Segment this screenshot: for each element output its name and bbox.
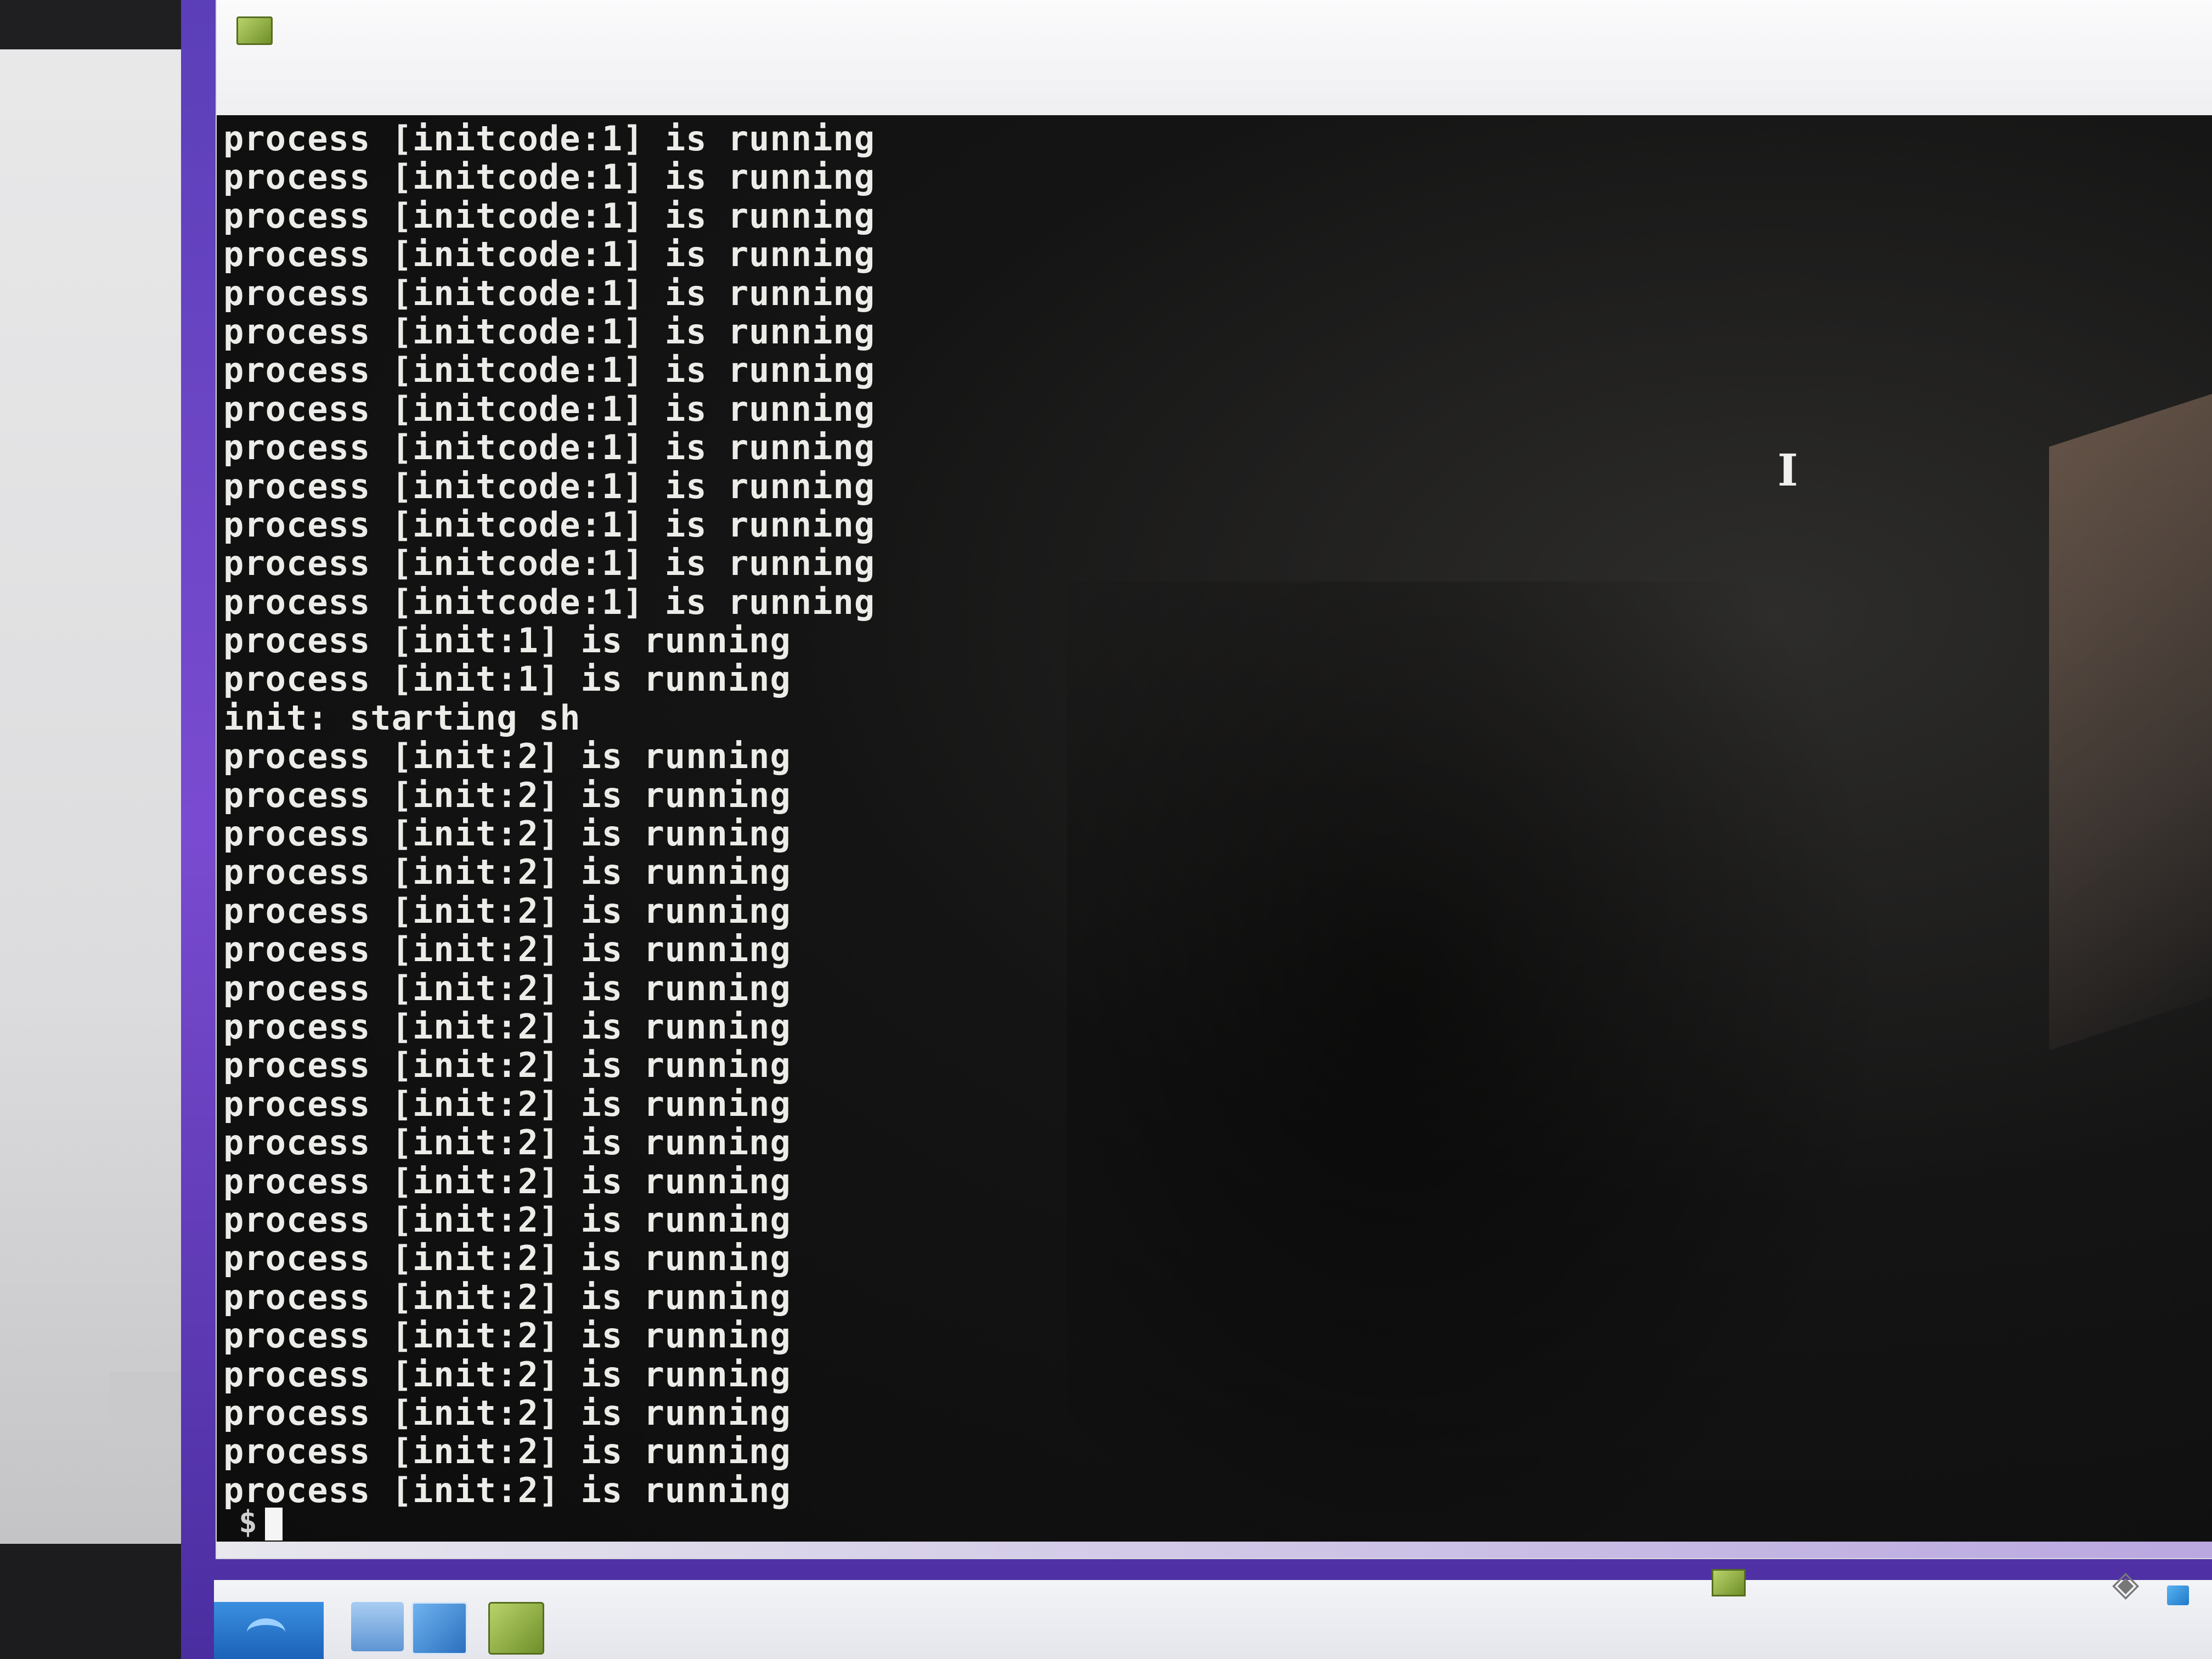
terminal-line: process [initcode:1] is running bbox=[223, 504, 876, 545]
terminal-line: process [initcode:1] is running bbox=[223, 582, 876, 622]
taskbar: ◈ bbox=[214, 1564, 2212, 1659]
shell-prompt[interactable]: $ bbox=[239, 1503, 283, 1542]
vm-app-icon[interactable] bbox=[236, 16, 273, 45]
terminal-line: process [init:2] is running bbox=[223, 736, 791, 777]
terminal-line: process [initcode:1] is running bbox=[223, 388, 876, 429]
terminal-line: process [init:2] is running bbox=[223, 1006, 791, 1047]
terminal-line: process [init:2] is running bbox=[223, 1392, 791, 1433]
screen-reflection-window bbox=[2049, 354, 2212, 1051]
screen-reflection bbox=[1067, 582, 1890, 1542]
terminal-line: process [init:2] is running bbox=[223, 890, 791, 931]
terminal-line: process [init:1] is running bbox=[223, 620, 791, 661]
vm-window[interactable]: process [initcode:1] is running process [… bbox=[217, 0, 2212, 1558]
prompt-symbol: $ bbox=[239, 1504, 257, 1540]
window-titlebar[interactable] bbox=[217, 0, 2212, 115]
terminal-output: process [initcode:1] is running process [… bbox=[223, 119, 876, 1510]
terminal-line: process [initcode:1] is running bbox=[223, 427, 876, 468]
terminal-line: process [init:2] is running bbox=[223, 1084, 791, 1124]
terminal-line: process [init:2] is running bbox=[223, 814, 791, 854]
terminal-line: process [init:2] is running bbox=[223, 852, 791, 893]
terminal-cursor bbox=[264, 1507, 283, 1541]
media-player-icon[interactable] bbox=[411, 1602, 467, 1655]
terminal-line: process [init:2] is running bbox=[223, 1122, 791, 1163]
network-icon[interactable] bbox=[2167, 1585, 2189, 1605]
terminal-line: process [initcode:1] is running bbox=[223, 119, 876, 159]
terminal-line: process [init:2] is running bbox=[223, 1045, 791, 1086]
tray-vm-icon[interactable] bbox=[1712, 1569, 1746, 1596]
terminal-line: process [init:2] is running bbox=[223, 1470, 791, 1510]
terminal-line: process [init:2] is running bbox=[223, 1161, 791, 1201]
terminal-line: process [initcode:1] is running bbox=[223, 543, 876, 584]
sound-icon[interactable]: ◈ bbox=[2112, 1564, 2139, 1604]
terminal-line: process [init:2] is running bbox=[223, 775, 791, 815]
terminal-line: process [initcode:1] is running bbox=[223, 234, 876, 275]
terminal-console[interactable]: process [initcode:1] is running process [… bbox=[217, 115, 2212, 1542]
vm-app-icon[interactable] bbox=[488, 1602, 544, 1655]
terminal-line: process [init:2] is running bbox=[223, 929, 791, 970]
desk-shadow-top bbox=[0, 0, 198, 49]
start-icon[interactable] bbox=[214, 1602, 324, 1659]
terminal-line: process [initcode:1] is running bbox=[223, 195, 876, 236]
terminal-line: process [init:2] is running bbox=[223, 1354, 791, 1395]
terminal-line: process [initcode:1] is running bbox=[223, 273, 876, 313]
terminal-line: process [init:2] is running bbox=[223, 968, 791, 1008]
desk-background bbox=[0, 0, 219, 1659]
window-bottom-border bbox=[217, 1542, 2212, 1558]
terminal-line: process [initcode:1] is running bbox=[223, 311, 876, 352]
terminal-line: process [init:2] is running bbox=[223, 1238, 791, 1279]
terminal-line: process [init:2] is running bbox=[223, 1316, 791, 1356]
text-cursor-icon: I bbox=[1778, 444, 1798, 496]
terminal-line: process [initcode:1] is running bbox=[223, 157, 876, 198]
terminal-line: init: starting sh bbox=[223, 697, 581, 738]
terminal-line: process [init:2] is running bbox=[223, 1277, 791, 1317]
folder-icon[interactable] bbox=[351, 1602, 404, 1651]
terminal-line: process [init:2] is running bbox=[223, 1199, 791, 1240]
terminal-line: process [init:1] is running bbox=[223, 659, 791, 699]
terminal-line: process [initcode:1] is running bbox=[223, 350, 876, 391]
terminal-line: process [initcode:1] is running bbox=[223, 466, 876, 506]
terminal-line: process [init:2] is running bbox=[223, 1431, 791, 1472]
